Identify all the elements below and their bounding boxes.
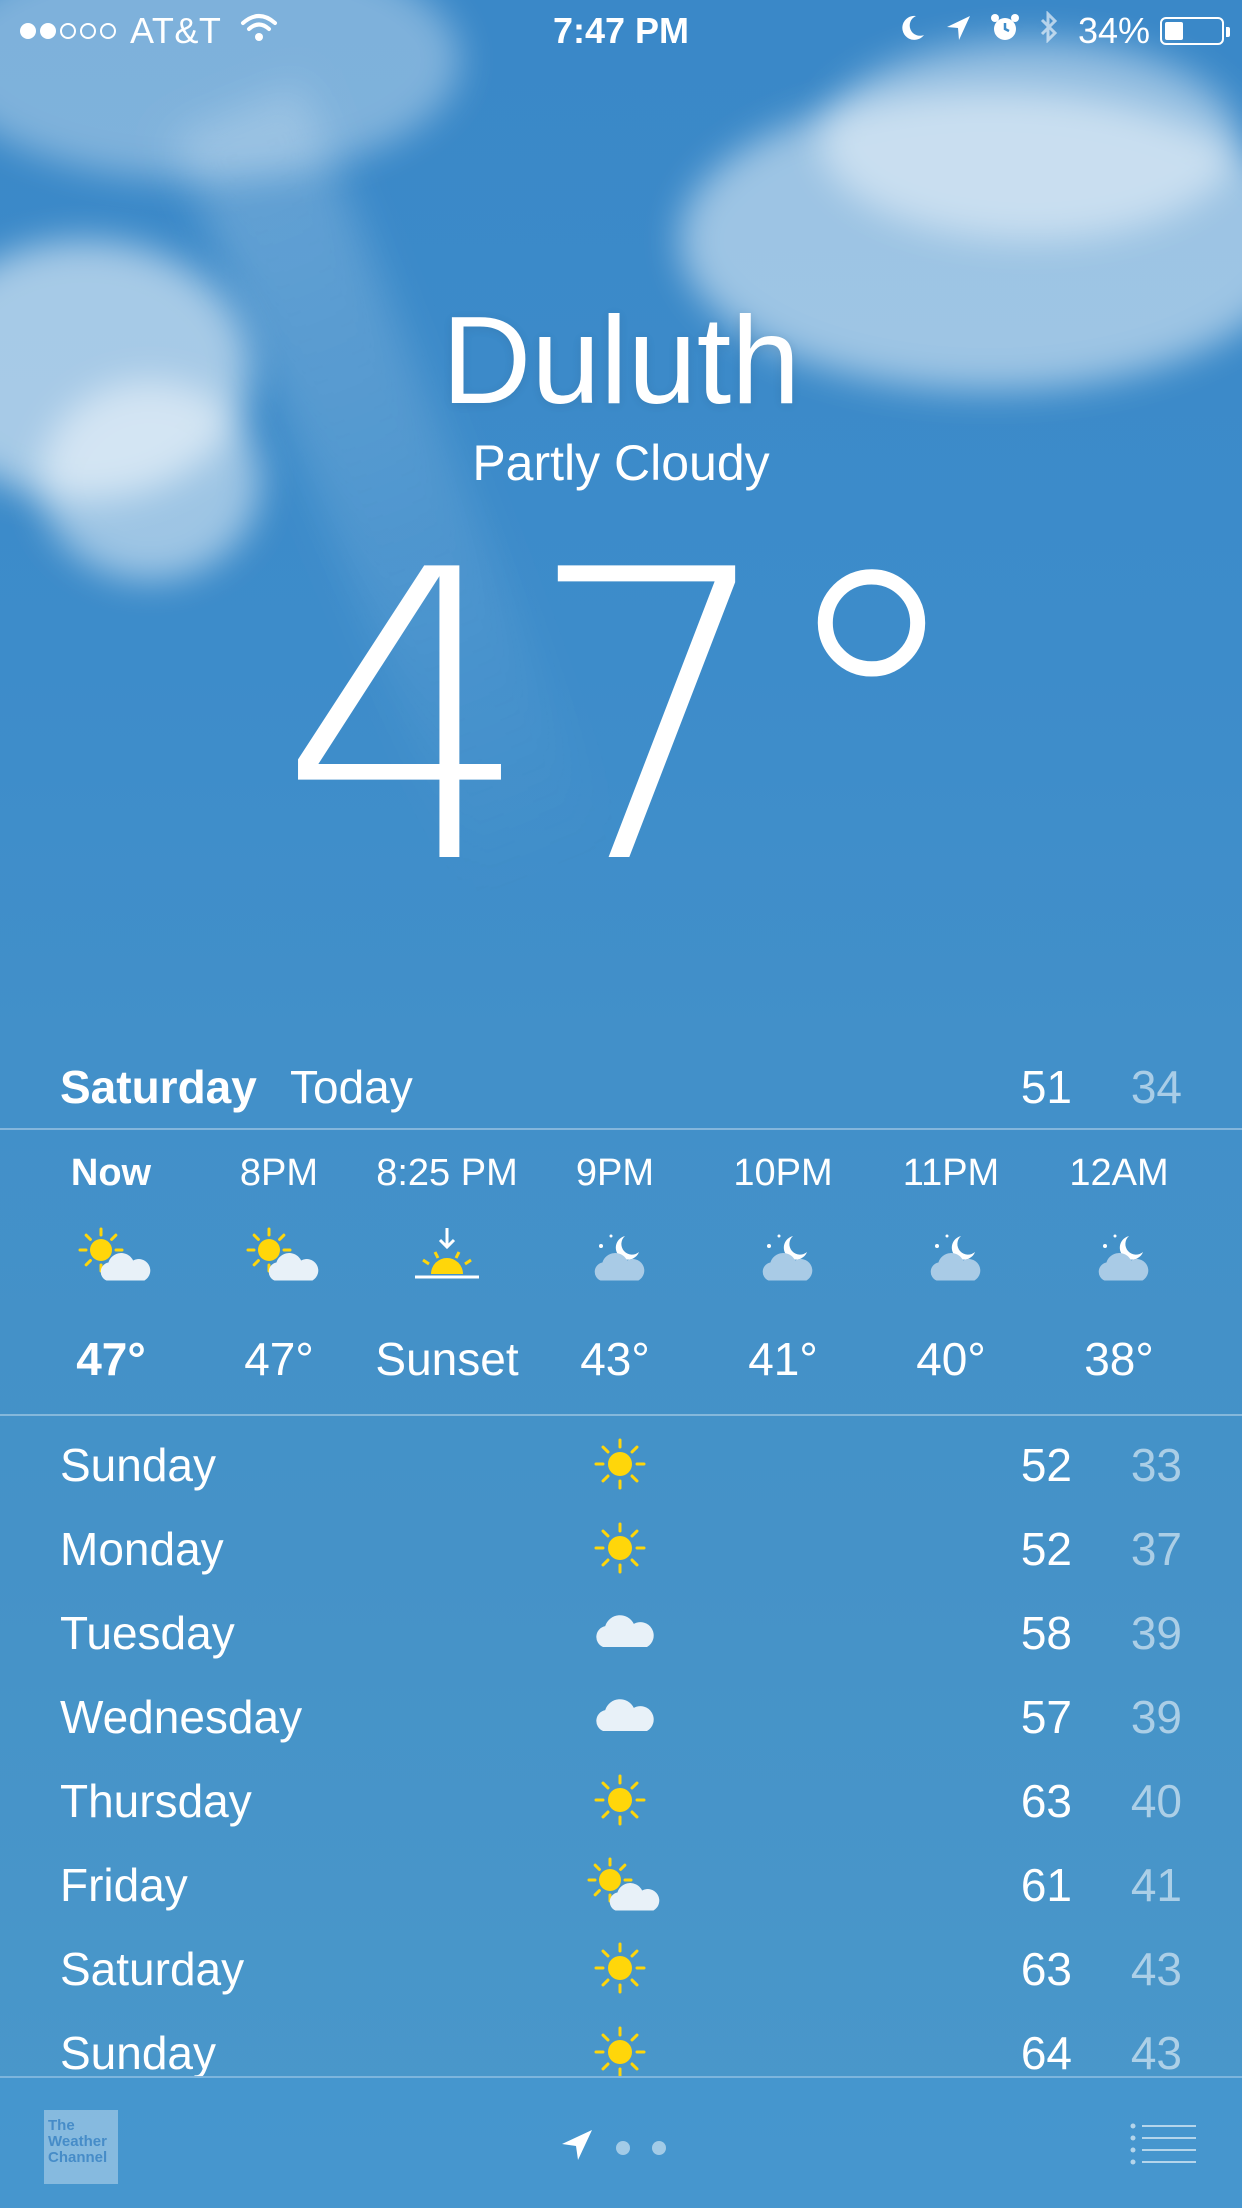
- status-bar: AT&T 7:47 PM 34%: [0, 0, 1242, 62]
- battery-level: [1165, 22, 1183, 40]
- hour-time: 9PM: [575, 1152, 655, 1194]
- sun-icon: [580, 1432, 660, 1496]
- hour-temp: 38°: [1084, 1333, 1154, 1385]
- page-control[interactable]: [560, 2128, 666, 2167]
- daily-row: Thursday 63 40: [0, 1756, 1242, 1840]
- hourly-forecast[interactable]: Now 47° 8PM 47° 8:25 PM Sunset 9PM 43° 10PM: [0, 1132, 1242, 1414]
- partly-cloudy-night-icon: [911, 1222, 991, 1302]
- daily-high: 57: [1020, 1691, 1072, 1743]
- daily-high: 64: [1020, 2027, 1072, 2078]
- daily-low: 43: [1130, 2027, 1182, 2078]
- daily-day-name: Saturday: [60, 1943, 245, 1995]
- sun-icon: [580, 2020, 660, 2078]
- hour-time: 8:25 PM: [376, 1152, 518, 1194]
- today-high: 51: [1020, 1061, 1072, 1113]
- page-dot[interactable]: [652, 2140, 666, 2155]
- battery-icon: [1160, 17, 1230, 45]
- status-icons: 34%: [880, 10, 1230, 52]
- daily-high: 52: [1020, 1439, 1072, 1491]
- daily-low: 37: [1130, 1523, 1182, 1575]
- daily-low: 39: [1130, 1607, 1182, 1659]
- weather-screen: AT&T 7:47 PM 34% Duluth Partly Cloudy 47…: [0, 0, 1242, 2208]
- partly-cloudy-day-icon: [71, 1222, 151, 1302]
- daily-day-name: Tuesday: [60, 1607, 235, 1659]
- hour-time: Now: [70, 1152, 152, 1194]
- partly-cloudy-night-icon: [575, 1222, 655, 1302]
- weather-channel-logo[interactable]: The Weather Channel: [44, 2110, 118, 2184]
- daily-high: 52: [1020, 1523, 1072, 1575]
- daily-day-name: Sunday: [60, 1439, 217, 1491]
- daily-row: Monday 52 37: [0, 1504, 1242, 1588]
- daily-day-name: Wednesday: [60, 1691, 303, 1743]
- city-list-button[interactable]: [1130, 2122, 1196, 2166]
- divider: [0, 1414, 1242, 1416]
- sunset-icon: [407, 1222, 487, 1302]
- daily-row: Tuesday 58 39: [0, 1588, 1242, 1672]
- daily-day-name: Monday: [60, 1523, 224, 1575]
- hour-temp: 43°: [580, 1333, 650, 1385]
- hour-time: 10PM: [733, 1152, 833, 1194]
- partly-cloudy-night-icon: [1079, 1222, 1159, 1302]
- daily-low: 43: [1130, 1943, 1182, 1995]
- bottom-toolbar: The Weather Channel: [0, 2076, 1242, 2208]
- today-label: Today: [290, 1061, 413, 1113]
- partly-cloudy-night-icon: [743, 1222, 823, 1302]
- daily-day-name: Thursday: [60, 1775, 252, 1827]
- daily-low: 41: [1130, 1859, 1182, 1911]
- current-temperature: 47°: [278, 487, 972, 952]
- weather-condition: Partly Cloudy: [472, 435, 770, 491]
- alarm-icon: [990, 10, 1020, 52]
- today-low: 34: [1130, 1061, 1182, 1113]
- hour-time: 8PM: [239, 1152, 319, 1194]
- hour-temp: 40°: [916, 1333, 986, 1385]
- partly-cloudy-day-icon: [580, 1852, 660, 1916]
- hour-time: 11PM: [902, 1152, 1000, 1194]
- location-arrow-icon: [560, 2128, 594, 2167]
- divider: [0, 1128, 1242, 1130]
- daily-day-name: Sunday: [60, 2027, 217, 2078]
- daily-row: Saturday 63 43: [0, 1924, 1242, 2008]
- moon-icon: [898, 10, 926, 52]
- cloud-icon: [580, 1684, 660, 1748]
- daily-high: 63: [1020, 1943, 1072, 1995]
- daily-day-name: Friday: [60, 1859, 188, 1911]
- hour-temp: 47°: [76, 1333, 146, 1385]
- hour-time: 12AM: [1069, 1152, 1169, 1194]
- hour-temp: Sunset: [375, 1333, 519, 1385]
- sun-icon: [580, 1516, 660, 1580]
- daily-forecast[interactable]: Sunday 52 33 Monday 52 37 Tuesday 58 39 Wed…: [0, 1420, 1242, 2078]
- today-summary: Saturday Today 51 34: [0, 1050, 1242, 1130]
- hour-temp: 47°: [244, 1333, 314, 1385]
- city-name: Duluth: [441, 292, 801, 430]
- battery-percent: 34%: [1077, 10, 1150, 51]
- sun-icon: [580, 1768, 660, 1832]
- today-day-name: Saturday: [60, 1061, 257, 1113]
- partly-cloudy-day-icon: [239, 1222, 319, 1302]
- bluetooth-icon: [1038, 10, 1060, 52]
- daily-row: Sunday 64 43: [0, 2008, 1242, 2078]
- daily-row: Friday 61 41: [0, 1840, 1242, 1924]
- cloud-icon: [580, 1600, 660, 1664]
- daily-high: 58: [1020, 1607, 1072, 1659]
- daily-high: 61: [1020, 1859, 1072, 1911]
- location-arrow-icon: [944, 10, 972, 52]
- sun-icon: [580, 1936, 660, 2000]
- list-icon: [1130, 2123, 1196, 2165]
- daily-row: Sunday 52 33: [0, 1420, 1242, 1504]
- daily-low: 33: [1130, 1439, 1182, 1491]
- daily-low: 39: [1130, 1691, 1182, 1743]
- daily-high: 63: [1020, 1775, 1072, 1827]
- daily-low: 40: [1130, 1775, 1182, 1827]
- page-dot[interactable]: [616, 2140, 630, 2155]
- hour-temp: 41°: [748, 1333, 818, 1385]
- daily-row: Wednesday 57 39: [0, 1672, 1242, 1756]
